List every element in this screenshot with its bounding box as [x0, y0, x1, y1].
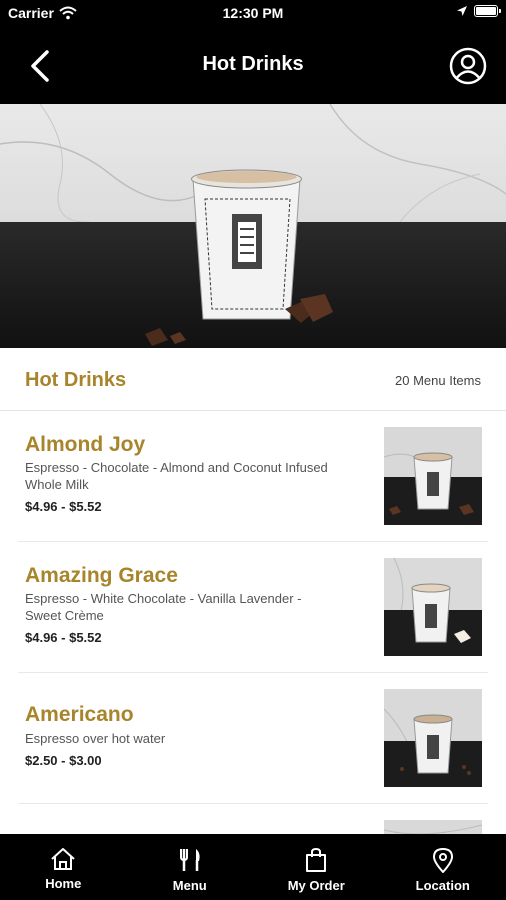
- battery-icon: [474, 5, 501, 17]
- page-title: Hot Drinks: [202, 53, 304, 75]
- item-thumbnail: [384, 427, 482, 525]
- tab-my-order[interactable]: My Order: [253, 834, 380, 900]
- hero-image: [0, 104, 506, 348]
- menu-item-amazing-grace[interactable]: Amazing Grace Espresso - White Chocolate…: [18, 542, 488, 673]
- item-name: Amazing Grace: [25, 564, 178, 587]
- item-price: $4.96 - $5.52: [25, 630, 102, 645]
- tab-label: Menu: [172, 878, 207, 893]
- menu-item-almond-joy[interactable]: Almond Joy Espresso - Chocolate - Almond…: [18, 411, 488, 542]
- item-thumbnail: [384, 558, 482, 656]
- menu-item-americano[interactable]: Americano Espresso over hot water $2.50 …: [18, 673, 488, 804]
- shopping-bag-icon: [306, 847, 327, 872]
- item-description: Espresso over hot water: [25, 731, 166, 746]
- menu-item-partial[interactable]: [18, 804, 488, 834]
- item-name: Almond Joy: [25, 433, 146, 456]
- cup-thumbnail-image: [384, 427, 482, 525]
- location-arrow-icon: [457, 6, 467, 16]
- tab-label: Location: [415, 878, 470, 893]
- nav-bar: Hot Drinks: [0, 28, 506, 104]
- cup-thumbnail-image: [384, 689, 482, 787]
- tab-bar: Home Menu My Order Location: [0, 834, 506, 900]
- item-price: $2.50 - $3.00: [25, 753, 102, 768]
- item-name: Americano: [25, 703, 134, 726]
- section-header: Hot Drinks 20 Menu Items: [0, 348, 506, 411]
- cup-thumbnail-image: [384, 558, 482, 656]
- item-description: Espresso - White Chocolate - Vanilla Lav…: [25, 591, 302, 623]
- status-right-group: [456, 5, 501, 17]
- clock: 12:30 PM: [222, 5, 284, 21]
- section-title: Hot Drinks: [25, 369, 127, 391]
- user-circle-icon: [449, 47, 487, 85]
- tab-menu[interactable]: Menu: [127, 834, 254, 900]
- profile-button[interactable]: [448, 46, 488, 86]
- tab-label: My Order: [287, 878, 345, 893]
- item-price: $4.96 - $5.52: [25, 499, 102, 514]
- tab-label: Home: [45, 876, 82, 891]
- tab-location[interactable]: Location: [380, 834, 506, 900]
- item-thumbnail: [384, 820, 482, 834]
- coffee-cup-image: [145, 169, 333, 346]
- menu-item-count: 20 Menu Items: [395, 373, 481, 388]
- item-thumbnail: [384, 689, 482, 787]
- cup-thumbnail-image: [384, 820, 482, 834]
- map-pin-icon: [432, 847, 453, 873]
- tab-home[interactable]: Home: [0, 834, 127, 900]
- home-icon: [51, 848, 75, 870]
- status-bar: Carrier 12:30 PM: [0, 0, 506, 28]
- fork-knife-icon: [179, 849, 200, 871]
- menu-list[interactable]: Almond Joy Espresso - Chocolate - Almond…: [0, 411, 506, 834]
- item-description: Espresso - Chocolate - Almond and Coconu…: [25, 460, 328, 492]
